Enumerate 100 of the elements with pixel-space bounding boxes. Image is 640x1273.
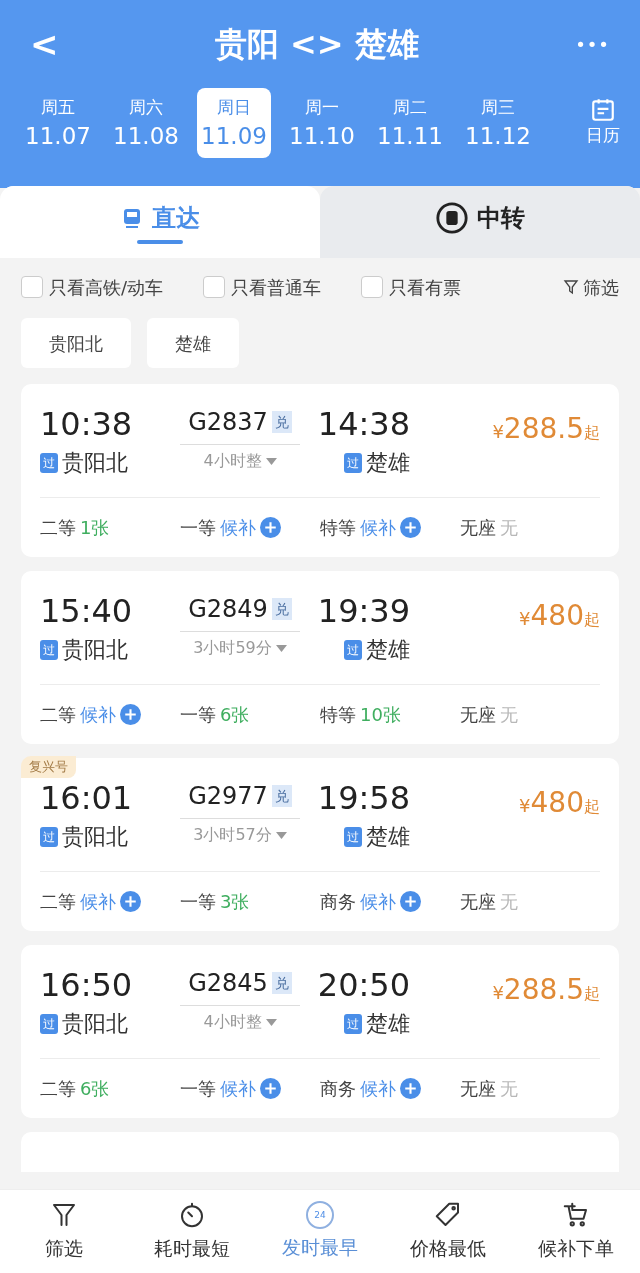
train-number[interactable]: G2845	[188, 965, 268, 1001]
arrival-time: 20:50	[317, 965, 410, 1005]
filter-icon	[563, 278, 579, 296]
departure-time: 10:38	[40, 404, 134, 444]
pass-through-badge: 过	[344, 639, 362, 660]
departure-station: 贵阳北	[62, 823, 128, 851]
filter-button[interactable]: 筛选	[563, 273, 619, 301]
checkbox[interactable]	[203, 276, 226, 298]
seat-status: 候补	[220, 1077, 256, 1101]
seat-status: 10张	[360, 703, 401, 727]
seat-status: 候补	[80, 703, 116, 727]
seat-status: 候补	[80, 890, 116, 914]
seat-class: 一等	[180, 890, 216, 914]
seat-status: 无	[500, 1077, 518, 1101]
filter-label: 只看有票	[389, 275, 462, 300]
date-tab[interactable]: 周日 11.09	[197, 88, 271, 158]
arrival-time: 19:39	[317, 591, 410, 631]
seat-class: 无座	[460, 516, 496, 540]
exchange-badge: 兑	[271, 785, 292, 807]
seat-status: 6张	[220, 703, 250, 727]
seat-status: 无	[500, 703, 518, 727]
seat-status: 6张	[80, 1077, 110, 1101]
arrival-station: 楚雄	[366, 1010, 410, 1038]
transfer-icon	[435, 201, 469, 235]
route-title: 贵阳 <> 楚雄	[214, 24, 419, 65]
caret-icon	[265, 457, 277, 465]
seat-class: 无座	[460, 1077, 496, 1101]
seat-status: 候补	[360, 516, 396, 540]
station-chip[interactable]: 楚雄	[147, 318, 239, 368]
departure-station: 贵阳北	[62, 636, 128, 664]
arrival-station: 楚雄	[366, 636, 410, 664]
seat-class: 二等	[40, 1077, 76, 1101]
train-type-tag: 复兴号	[21, 756, 76, 778]
train-card[interactable]: 15:40 过 贵阳北 G2849 兑 3小时59分 19:39 过 楚雄 ¥480起 二等 候补 一等 6张 特等 10张 无座 无	[21, 571, 619, 744]
caret-icon	[275, 831, 287, 839]
arrival-station: 楚雄	[366, 449, 410, 477]
departure-time: 16:50	[40, 965, 134, 1005]
sort-tab[interactable]: 筛选	[0, 1190, 128, 1273]
sort-tab[interactable]: 价格最低	[384, 1190, 512, 1273]
seat-class: 商务	[320, 890, 356, 914]
checkbox[interactable]	[361, 276, 384, 298]
price: ¥480起	[519, 598, 600, 634]
add-icon[interactable]	[400, 517, 421, 538]
departure-time: 15:40	[40, 591, 134, 631]
seat-class: 无座	[460, 703, 496, 727]
seat-class: 特等	[320, 516, 356, 540]
seat-status: 无	[500, 516, 518, 540]
arrival-time: 19:58	[317, 778, 410, 818]
price: ¥288.5起	[492, 972, 600, 1008]
checkbox[interactable]	[21, 276, 43, 298]
price: ¥288.5起	[492, 411, 600, 447]
seat-class: 一等	[180, 703, 216, 727]
seat-class: 特等	[320, 703, 356, 727]
train-number[interactable]: G2977	[188, 778, 268, 814]
add-icon[interactable]	[120, 891, 141, 912]
price: ¥480起	[519, 785, 600, 821]
add-icon[interactable]	[400, 1078, 421, 1099]
train-number[interactable]: G2837	[188, 404, 268, 440]
caret-icon	[265, 1018, 277, 1026]
departure-time: 16:01	[40, 778, 134, 818]
seat-status: 候补	[360, 890, 396, 914]
filter-label: 只看普通车	[231, 275, 322, 300]
add-icon[interactable]	[120, 704, 141, 725]
departure-station: 贵阳北	[62, 1010, 128, 1038]
seat-class: 一等	[180, 516, 216, 540]
seat-status: 无	[500, 890, 518, 914]
seat-status: 1张	[80, 516, 110, 540]
seat-class: 二等	[40, 890, 76, 914]
add-icon[interactable]	[260, 517, 281, 538]
exchange-badge: 兑	[271, 972, 292, 994]
pass-through-badge: 过	[40, 452, 58, 473]
sort-tab[interactable]: 候补下单	[512, 1190, 640, 1273]
train-number[interactable]: G2849	[188, 591, 268, 627]
exchange-badge: 兑	[271, 411, 292, 433]
arrival-station: 楚雄	[366, 823, 410, 851]
pass-through-badge: 过	[344, 826, 362, 847]
seat-class: 一等	[180, 1077, 216, 1101]
train-card[interactable]: 复兴号 16:01 过 贵阳北 G2977 兑 3小时57分 19:58 过 楚雄 ¥480起 二等 候补 一等 3张 商务 候补 无座 无	[21, 758, 619, 931]
pass-through-badge: 过	[40, 826, 58, 847]
seat-class: 无座	[460, 890, 496, 914]
caret-icon	[275, 644, 287, 652]
add-icon[interactable]	[260, 1078, 281, 1099]
train-card[interactable]: 10:38 过 贵阳北 G2837 兑 4小时整 14:38 过 楚雄 ¥288.5起 二等 1张 一等 候补 特等 候补 无座 无	[21, 384, 619, 557]
calendar-icon	[590, 97, 616, 124]
seat-class: 商务	[320, 1077, 356, 1101]
pass-through-badge: 过	[40, 1013, 58, 1034]
sort-tab[interactable]: 耗时最短	[128, 1190, 256, 1273]
station-chip[interactable]: 贵阳北	[21, 318, 131, 368]
seat-status: 候补	[220, 516, 256, 540]
add-icon[interactable]	[400, 891, 421, 912]
clock-icon: 24	[306, 1201, 334, 1230]
arrival-time: 14:38	[317, 404, 410, 444]
train-card[interactable]: 16:50 过 贵阳北 G2845 兑 4小时整 20:50 过 楚雄 ¥288.5起 二等 6张 一等 候补 商务 候补 无座 无	[21, 945, 619, 1118]
filter-label: 只看高铁/动车	[49, 275, 164, 300]
seat-status: 3张	[220, 890, 250, 914]
pass-through-badge: 过	[40, 639, 58, 660]
mode-tab[interactable]: 中转	[320, 186, 640, 258]
seat-class: 二等	[40, 516, 76, 540]
seat-class: 二等	[40, 703, 76, 727]
seat-status: 候补	[360, 1077, 396, 1101]
